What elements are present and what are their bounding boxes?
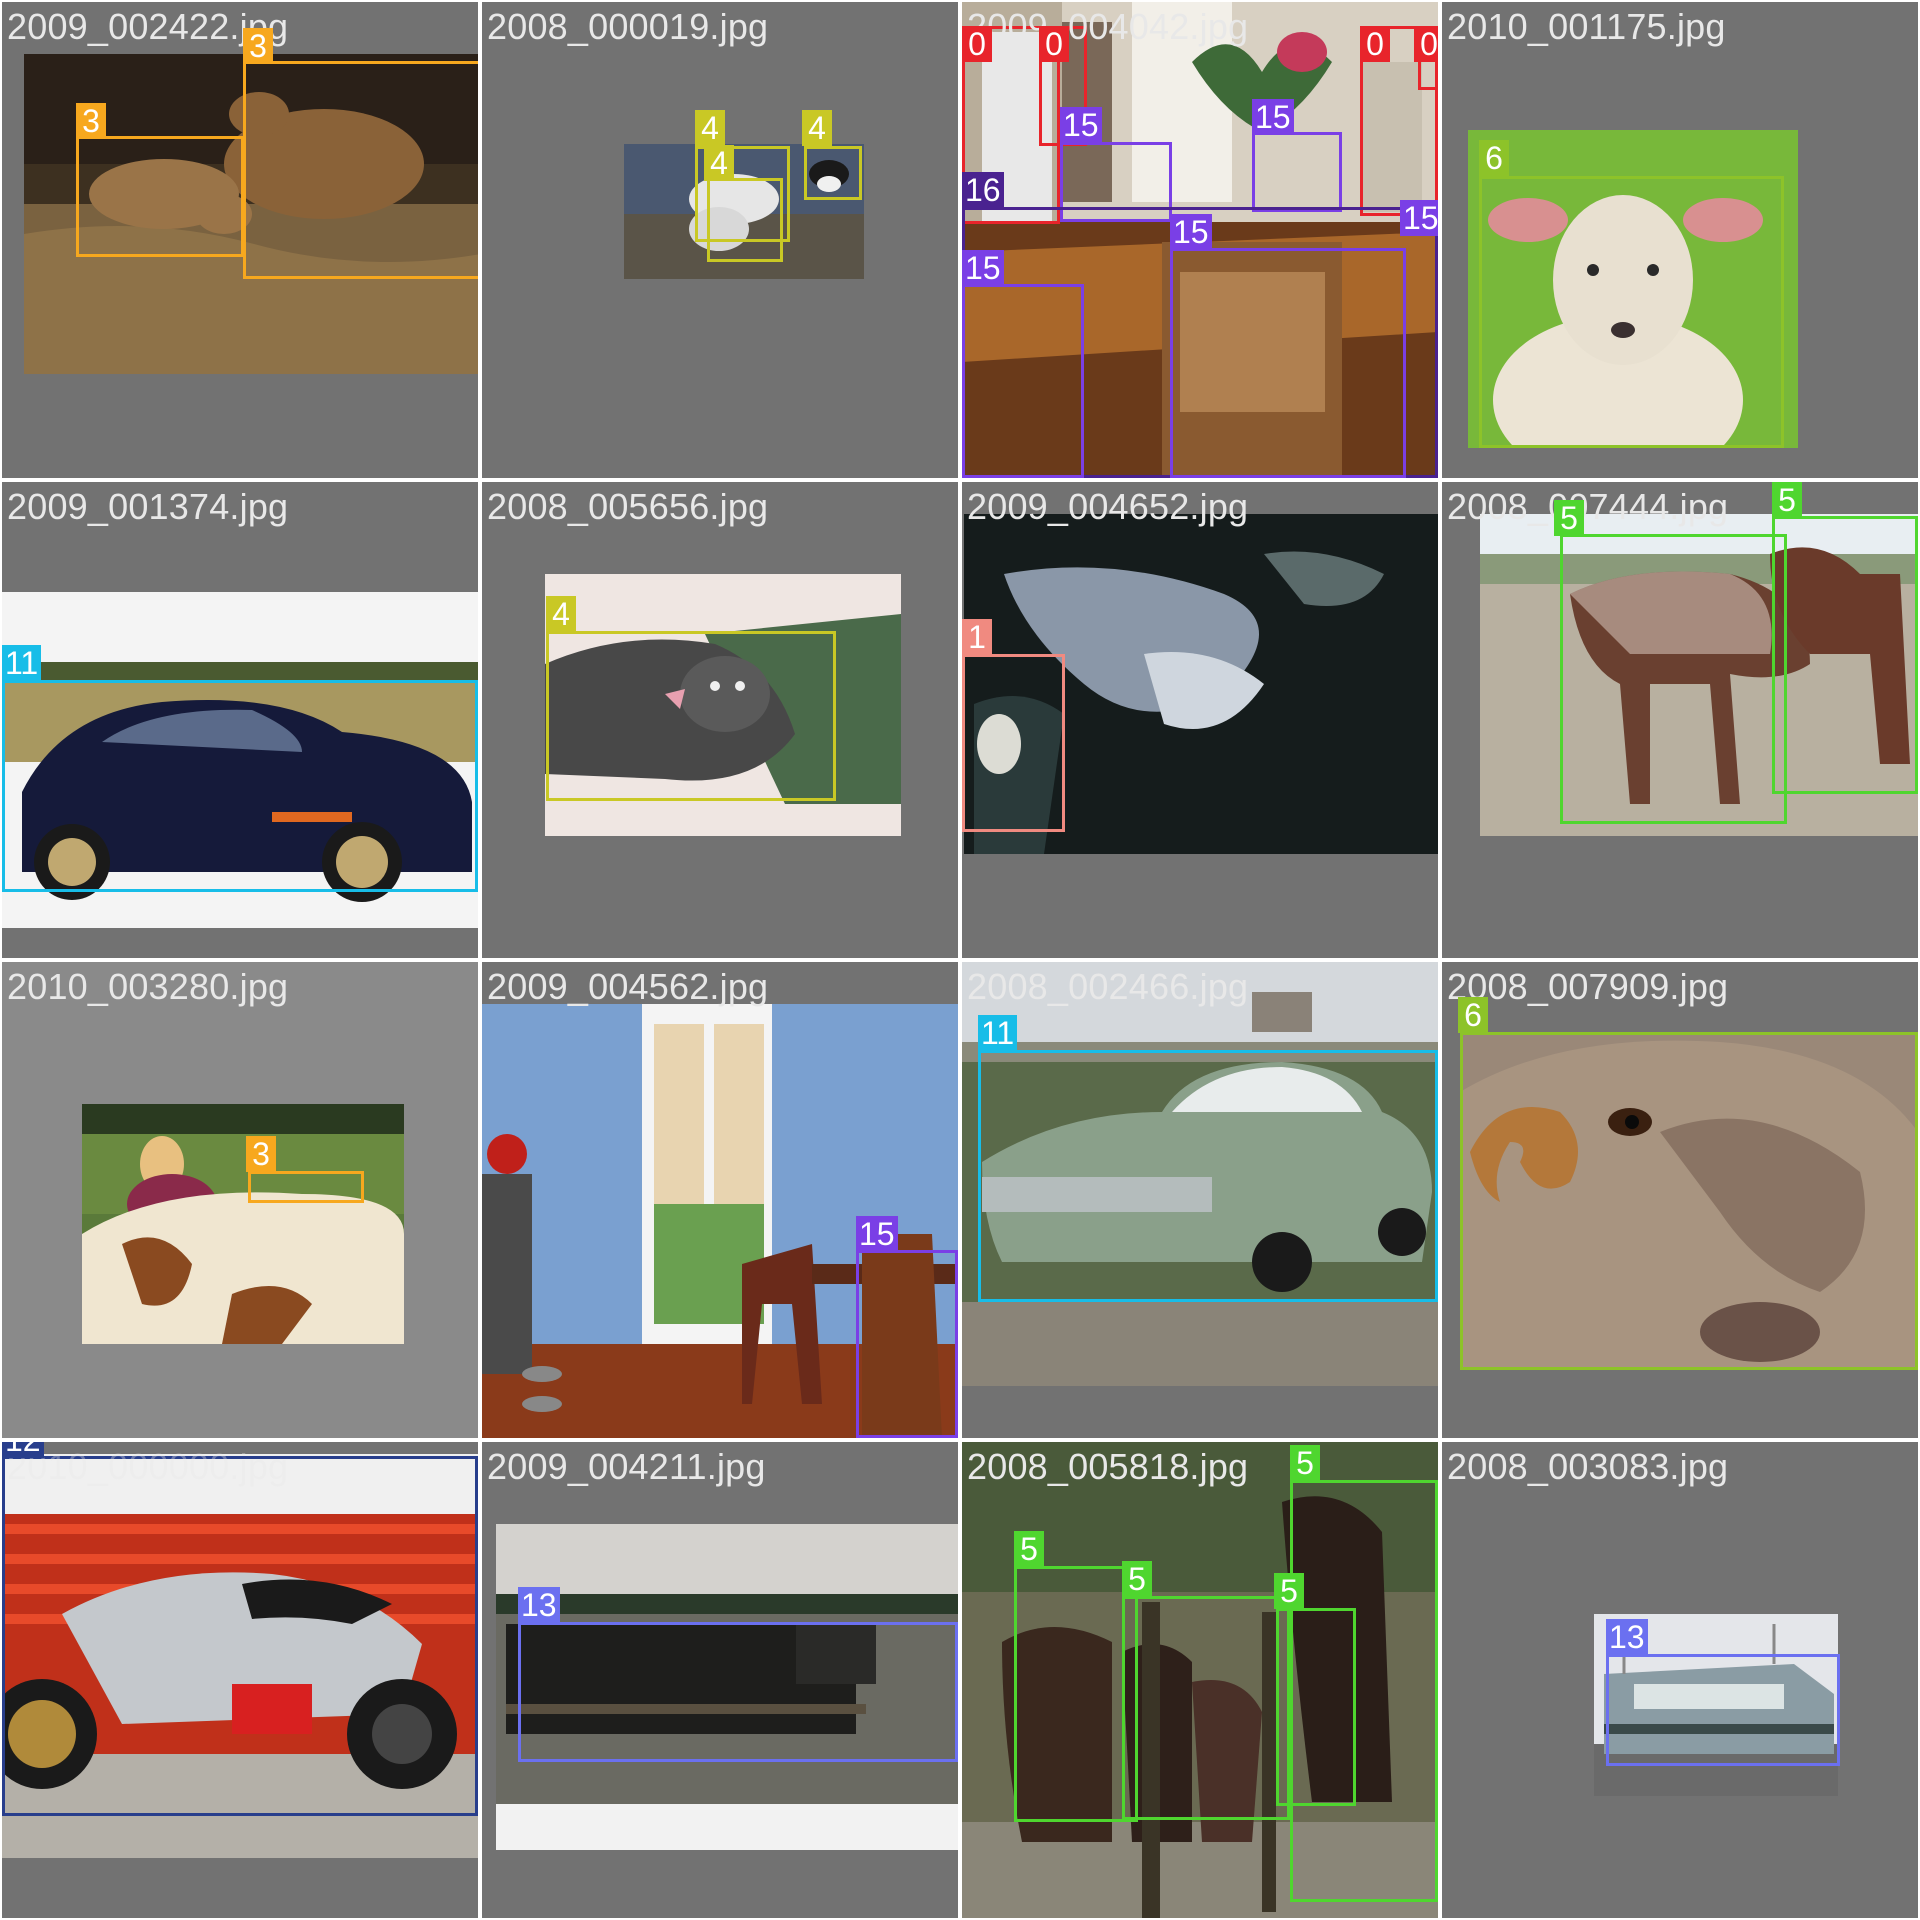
image-filename: 2009_004652.jpg xyxy=(967,486,1249,527)
image-tile: 2009_001374.jpg 11 xyxy=(2,482,478,958)
bounding-box xyxy=(804,146,862,200)
class-label: 15 xyxy=(962,250,1004,286)
image-tile: 2008_005656.jpg 4 xyxy=(482,482,958,958)
image-tile: 2009_004211.jpg 13 xyxy=(482,1442,958,1918)
image-tile: 2009_002422.jpg 3 3 xyxy=(2,2,478,478)
bounding-box xyxy=(2,1456,478,1816)
bounding-box xyxy=(1014,1566,1138,1822)
class-label: 4 xyxy=(695,110,725,146)
image-tile: 2008_007444.jpg 5 5 xyxy=(1442,482,1918,958)
class-label: 0 xyxy=(962,26,992,62)
class-label: 5 xyxy=(1122,1561,1152,1597)
bounding-box xyxy=(76,136,244,257)
photo xyxy=(82,1104,404,1344)
image-filename: 2008_005656.jpg xyxy=(487,486,769,527)
class-label: 5 xyxy=(1014,1531,1044,1567)
bounding-box xyxy=(962,284,1084,478)
class-label: 6 xyxy=(1458,997,1488,1033)
class-label: 0 xyxy=(1414,26,1438,62)
bounding-box xyxy=(1290,1480,1438,1902)
image-tile: 2010_001175.jpg 6 xyxy=(1442,2,1918,478)
bounding-box xyxy=(1170,248,1406,478)
class-label: 0 xyxy=(1039,26,1069,62)
image-tile: 2009_004562.jpg 15 xyxy=(482,962,958,1438)
class-label: 12 xyxy=(2,1442,44,1458)
image-tile: 2008_000019.jpg 4 4 4 xyxy=(482,2,958,478)
class-label: 6 xyxy=(1479,140,1509,176)
image-tile: 2008_003083.jpg 13 xyxy=(1442,1442,1918,1918)
class-label: 4 xyxy=(546,596,576,632)
bounding-box xyxy=(248,1171,364,1203)
class-label: 3 xyxy=(76,103,106,139)
class-label: 13 xyxy=(1606,1619,1648,1655)
image-tile: 2010_000000.jpg 12 xyxy=(2,1442,478,1918)
class-label: 5 xyxy=(1290,1445,1320,1481)
class-label: 15 xyxy=(1170,214,1212,250)
bounding-box xyxy=(856,1250,958,1438)
bounding-box xyxy=(1460,1032,1918,1370)
bounding-box xyxy=(546,631,836,801)
bounding-box xyxy=(518,1622,958,1762)
class-label: 4 xyxy=(704,145,734,181)
class-label: 16 xyxy=(962,172,1004,208)
image-tile: 2008_007909.jpg 6 xyxy=(1442,962,1918,1438)
image-filename: 2008_007909.jpg xyxy=(1447,966,1729,1007)
bounding-box xyxy=(707,178,783,262)
bounding-box xyxy=(1606,1654,1840,1766)
class-label: 1 xyxy=(962,619,992,655)
class-label: 15 xyxy=(1252,99,1294,135)
bounding-box xyxy=(978,1050,1438,1302)
image-filename: 2009_001374.jpg xyxy=(7,486,289,527)
class-label: 5 xyxy=(1274,1573,1304,1609)
class-label: 15 xyxy=(1400,200,1438,236)
detection-mosaic: 2009_002422.jpg 3 3 2008_000019.jpg 4 4 … xyxy=(0,0,1920,1920)
image-tile: 2008_002466.jpg 11 xyxy=(962,962,1438,1438)
bounding-box xyxy=(243,61,478,279)
class-label: 11 xyxy=(2,645,42,681)
bounding-box xyxy=(1560,534,1787,824)
image-tile: 2008_005818.jpg 5 5 5 5 xyxy=(962,1442,1438,1918)
bounding-box xyxy=(1772,516,1918,794)
image-filename: 2008_002466.jpg xyxy=(967,966,1249,1007)
bounding-box xyxy=(962,654,1065,832)
image-tile: 2009_004652.jpg 1 xyxy=(962,482,1438,958)
image-filename: 2010_001175.jpg xyxy=(1447,6,1726,47)
class-label: 5 xyxy=(1772,482,1802,518)
image-filename: 2010_003280.jpg xyxy=(7,966,289,1007)
image-filename: 2009_004042.jpg xyxy=(967,6,1249,47)
image-filename: 2009_004211.jpg xyxy=(487,1446,766,1487)
image-filename: 2008_005818.jpg xyxy=(967,1446,1249,1487)
class-label: 13 xyxy=(518,1587,560,1623)
image-filename: 2009_004562.jpg xyxy=(487,966,769,1007)
class-label: 3 xyxy=(243,28,273,64)
image-filename: 2010_000000.jpg xyxy=(7,1446,289,1487)
class-label: 4 xyxy=(802,110,832,146)
image-tile: 2010_003280.jpg 3 xyxy=(2,962,478,1438)
image-tile: 2009_004042.jpg 0 0 0 0 15 15 16 15 15 1… xyxy=(962,2,1438,478)
image-filename: 2008_000019.jpg xyxy=(487,6,769,47)
class-label: 15 xyxy=(856,1216,898,1252)
class-label: 5 xyxy=(1554,500,1584,536)
bounding-box xyxy=(1122,1596,1290,1820)
class-label: 0 xyxy=(1360,26,1390,62)
class-label: 11 xyxy=(978,1015,1018,1051)
bounding-box xyxy=(2,680,478,892)
bounding-box xyxy=(1479,176,1784,448)
class-label: 15 xyxy=(1060,107,1102,143)
bounding-box xyxy=(1252,132,1342,212)
image-filename: 2008_003083.jpg xyxy=(1447,1446,1729,1487)
class-label: 3 xyxy=(246,1136,276,1172)
image-filename: 2008_007444.jpg xyxy=(1447,486,1729,527)
